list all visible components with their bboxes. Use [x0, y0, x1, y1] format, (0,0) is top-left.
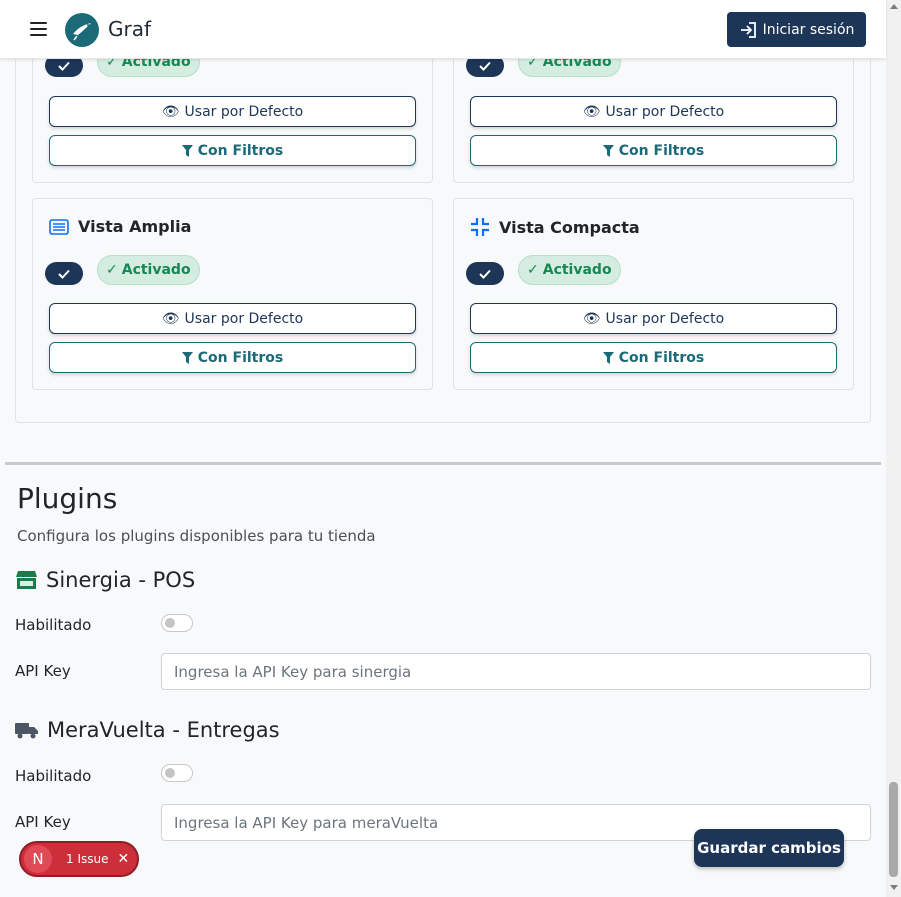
eye-icon: 👁	[582, 103, 601, 120]
check-icon	[58, 269, 70, 279]
plugins-subtitle: Configura los plugins disponibles para t…	[17, 527, 376, 545]
view-card-vista-compacta: Vista Compacta ✓ Activado 👁 Usar por Defec…	[453, 198, 854, 390]
eye-icon: 👁	[161, 103, 180, 120]
api-key-label: API Key	[15, 813, 71, 831]
plugin-header-sinergia: Sinergia - POS	[15, 568, 195, 592]
enabled-label: Habilitado	[15, 616, 92, 634]
check-icon	[479, 269, 491, 279]
plugin-header-meravuelta: MeraVuelta - Entregas	[15, 718, 280, 742]
view-options-panel: ✓ Activado 👁 Usar por Defecto Con Filtros …	[15, 0, 871, 423]
login-icon	[740, 21, 756, 38]
scrollbar-thumb[interactable]	[889, 782, 898, 877]
check-small-icon: ✓	[527, 262, 539, 278]
status-badge: ✓ Activado	[97, 255, 200, 285]
truck-icon	[15, 723, 38, 739]
brand-name[interactable]: Graf	[108, 17, 151, 41]
store-icon	[16, 571, 37, 589]
check-icon	[58, 61, 70, 71]
use-default-button[interactable]: 👁 Usar por Defecto	[49, 96, 416, 127]
filter-icon	[181, 144, 193, 157]
compress-icon	[471, 218, 489, 236]
with-filters-button[interactable]: Con Filtros	[470, 342, 837, 373]
use-default-button[interactable]: 👁 Usar por Defecto	[470, 96, 837, 127]
eye-icon: 👁	[582, 310, 601, 327]
vertical-scrollbar[interactable]	[886, 0, 901, 897]
use-default-button[interactable]: 👁 Usar por Defecto	[49, 303, 416, 334]
meravuelta-enable-switch[interactable]	[161, 764, 193, 782]
issues-badge[interactable]: N 1 Issue ✕	[19, 841, 139, 877]
filter-icon	[602, 144, 614, 157]
eye-icon: 👁	[161, 310, 180, 327]
check-icon	[479, 61, 491, 71]
with-filters-button[interactable]: Con Filtros	[49, 342, 416, 373]
login-button[interactable]: Iniciar sesión	[727, 12, 866, 47]
enable-checkbox[interactable]	[466, 262, 504, 285]
view-card-title: Vista Amplia	[49, 217, 191, 236]
bird-logo-icon[interactable]	[65, 13, 99, 47]
filter-icon	[602, 351, 614, 364]
use-default-button[interactable]: 👁 Usar por Defecto	[470, 303, 837, 334]
scroll-up-icon[interactable]	[890, 4, 898, 9]
sinergia-api-key-input[interactable]	[161, 653, 871, 690]
check-small-icon: ✓	[106, 262, 118, 278]
issue-count-label: 1 Issue	[66, 852, 109, 866]
api-key-label: API Key	[15, 662, 71, 680]
status-badge: ✓ Activado	[518, 255, 621, 285]
login-label: Iniciar sesión	[762, 21, 855, 38]
filter-icon	[181, 351, 193, 364]
with-filters-button[interactable]: Con Filtros	[470, 135, 837, 166]
view-card-vista-amplia: Vista Amplia ✓ Activado 👁 Usar por Defecto…	[32, 198, 433, 390]
enabled-label: Habilitado	[15, 767, 92, 785]
sinergia-enable-switch[interactable]	[161, 614, 193, 632]
plugins-title: Plugins	[17, 482, 118, 515]
close-icon[interactable]: ✕	[117, 851, 129, 867]
list-icon	[49, 218, 69, 235]
view-card-title: Vista Compacta	[470, 217, 640, 237]
menu-icon[interactable]	[30, 22, 47, 36]
enable-checkbox[interactable]	[45, 262, 83, 285]
save-changes-button[interactable]: Guardar cambios	[694, 829, 844, 867]
top-navbar: Graf Iniciar sesión	[0, 0, 886, 59]
scroll-down-icon[interactable]	[890, 885, 898, 890]
issue-logo-icon: N	[24, 845, 52, 873]
with-filters-button[interactable]: Con Filtros	[49, 135, 416, 166]
section-divider	[5, 462, 881, 465]
